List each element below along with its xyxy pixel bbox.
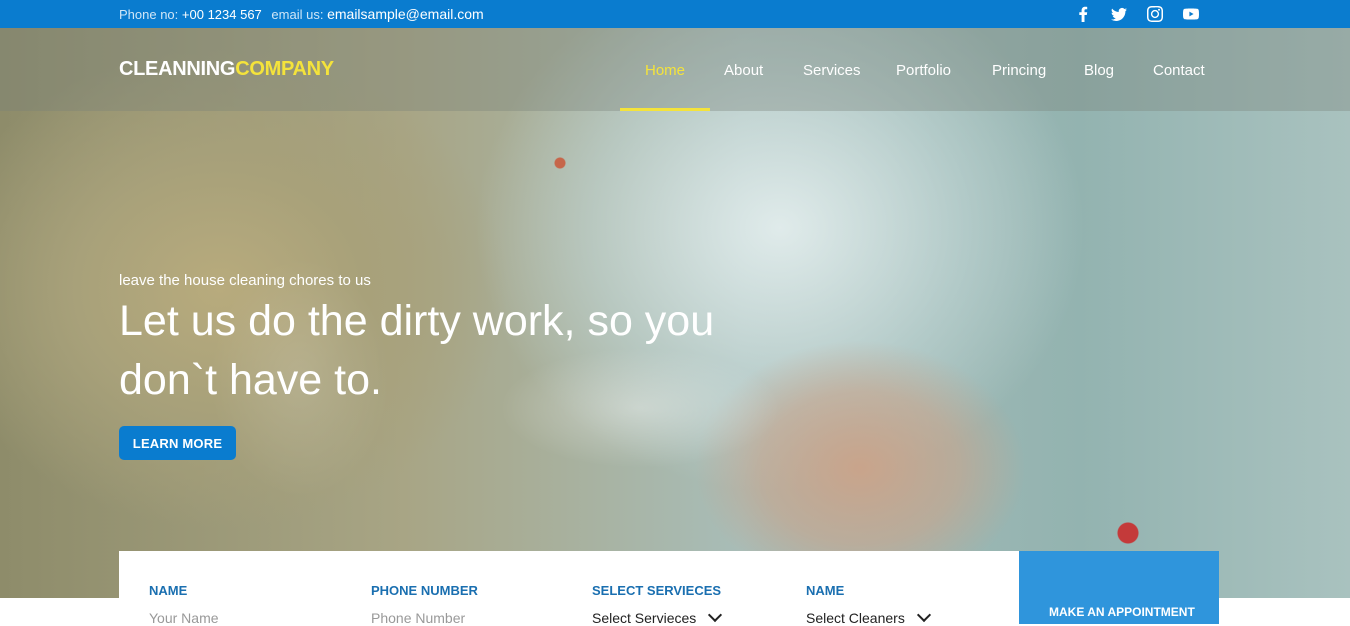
instagram-icon[interactable] — [1146, 6, 1164, 22]
main-navbar: CLEANNINGCOMPANY Home About Services Por… — [0, 28, 1350, 111]
nav-item-home[interactable]: Home — [645, 62, 685, 79]
site-logo[interactable]: CLEANNINGCOMPANY — [119, 58, 334, 81]
name-field-label: NAME — [149, 583, 188, 598]
services-field-label: SELECT SERVIECES — [592, 583, 722, 598]
facebook-icon[interactable] — [1074, 6, 1092, 22]
email-address[interactable]: emailsample@email.com — [327, 6, 484, 22]
services-field: SELECT SERVIECES Select Servieces — [592, 583, 723, 626]
nav-item-contact[interactable]: Contact — [1153, 62, 1205, 79]
nav-item-services[interactable]: Services — [803, 62, 861, 79]
cleaner-field-label: NAME — [806, 583, 845, 598]
social-links — [1074, 6, 1200, 22]
youtube-icon[interactable] — [1182, 6, 1200, 22]
phone-number[interactable]: +00 1234 567 — [182, 7, 262, 22]
nav-item-blog[interactable]: Blog — [1084, 62, 1114, 79]
make-appointment-label: MAKE AN APPOINTMENT — [1049, 605, 1195, 619]
nav-item-about[interactable]: About — [724, 62, 763, 79]
contact-info: Phone no: +00 1234 567 email us: emailsa… — [119, 6, 490, 22]
phone-field-label: PHONE NUMBER — [371, 583, 478, 598]
twitter-icon[interactable] — [1110, 6, 1128, 22]
logo-text-accent: COMPANY — [235, 58, 334, 80]
hero-headline: Let us do the dirty work, so you don`t h… — [119, 297, 715, 404]
logo-text-primary: CLEANNING — [119, 58, 236, 80]
email-label: email us: — [271, 7, 324, 22]
name-field: NAME Your Name — [149, 583, 219, 626]
make-appointment-button[interactable]: MAKE AN APPOINTMENT — [1019, 551, 1219, 624]
chevron-down-icon — [708, 607, 723, 623]
appointment-form: NAME Your Name PHONE NUMBER Phone Number… — [119, 551, 1019, 626]
cleaner-field: NAME Select Cleaners — [806, 583, 931, 626]
phone-field: PHONE NUMBER Phone Number — [371, 583, 478, 626]
chevron-down-icon — [916, 607, 931, 623]
top-contact-bar: Phone no: +00 1234 567 email us: emailsa… — [0, 0, 1350, 28]
active-nav-indicator — [620, 108, 710, 111]
hero-kicker: leave the house cleaning chores to us — [119, 272, 371, 289]
nav-item-portfolio[interactable]: Portfolio — [896, 62, 951, 79]
nav-item-pricing[interactable]: Princing — [992, 62, 1046, 79]
phone-label: Phone no: — [119, 7, 179, 22]
learn-more-button[interactable]: LEARN MORE — [119, 426, 236, 460]
